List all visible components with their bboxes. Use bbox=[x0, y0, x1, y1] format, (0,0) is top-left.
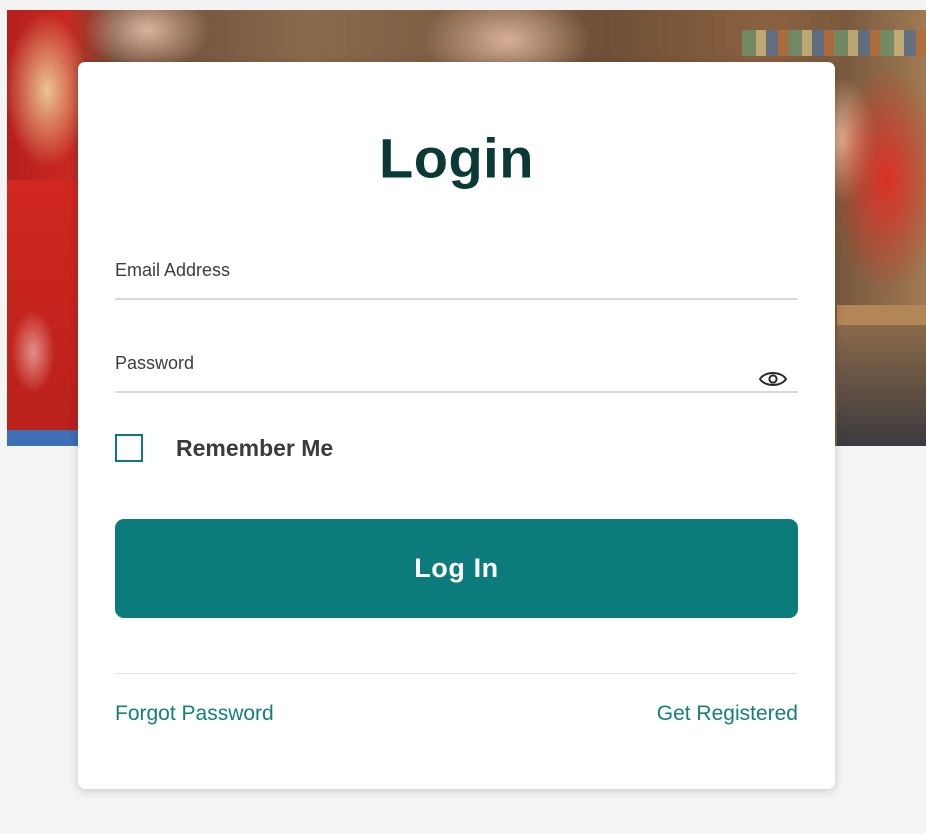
top-strip bbox=[0, 0, 926, 10]
forgot-password-link[interactable]: Forgot Password bbox=[115, 702, 274, 726]
hero-shirt-logo bbox=[11, 310, 55, 394]
hero-table bbox=[837, 305, 926, 325]
eye-icon[interactable] bbox=[758, 369, 788, 389]
hero-bookshelf bbox=[742, 30, 926, 56]
remember-me-checkbox[interactable] bbox=[115, 434, 143, 462]
email-label: Email Address bbox=[115, 260, 231, 280]
password-underline bbox=[115, 391, 798, 393]
password-label: Password bbox=[115, 353, 195, 373]
remember-me[interactable]: Remember Me bbox=[115, 432, 333, 464]
email-underline bbox=[115, 298, 798, 300]
remember-me-label: Remember Me bbox=[176, 434, 334, 461]
hero-floor bbox=[837, 325, 926, 446]
login-title: Login bbox=[379, 126, 534, 190]
divider bbox=[115, 673, 798, 674]
get-registered-link[interactable]: Get Registered bbox=[657, 702, 798, 726]
email-field[interactable]: Email Address bbox=[115, 252, 798, 302]
login-card: Login Email Address Password Remember Me… bbox=[78, 62, 835, 789]
password-field[interactable]: Password bbox=[115, 345, 798, 395]
log-in-button[interactable]: Log In bbox=[115, 519, 798, 618]
